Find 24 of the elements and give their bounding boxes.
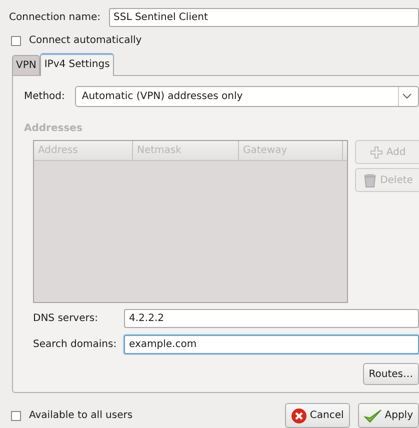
checkbox-label: Connect automatically — [29, 34, 142, 48]
text-field[interactable]: example.com — [124, 335, 419, 354]
field-label: Search domains: — [33, 338, 118, 352]
dropdown[interactable]: Automatic (VPN) addresses only — [74, 86, 419, 107]
field-label: Connection name: — [9, 11, 100, 25]
field-label: Method: — [24, 90, 65, 104]
dropdown-arrow-icon — [398, 87, 412, 106]
text-field[interactable]: SSL Sentinel Client — [108, 8, 419, 27]
checkbox[interactable] — [11, 36, 21, 46]
checkbox-label: Available to all users — [29, 409, 133, 423]
cancel-button[interactable]: Cancel — [284, 403, 350, 428]
text-field[interactable]: 4.2.2.2 — [124, 309, 419, 328]
field-label: DNS servers: — [33, 312, 99, 326]
tab[interactable]: VPN — [12, 55, 40, 75]
checkmark-icon — [364, 408, 382, 424]
cancel-icon — [290, 408, 307, 424]
apply-button[interactable]: Apply — [358, 403, 419, 428]
tab[interactable]: IPv4 Settings — [40, 53, 114, 76]
section-title: Addresses — [24, 122, 84, 136]
checkbox[interactable] — [11, 410, 21, 420]
trash-icon — [363, 172, 378, 188]
routes-button[interactable]: Routes… — [362, 363, 419, 385]
plus-icon — [370, 146, 384, 158]
dropdown-value: Automatic (VPN) addresses only — [82, 90, 243, 104]
